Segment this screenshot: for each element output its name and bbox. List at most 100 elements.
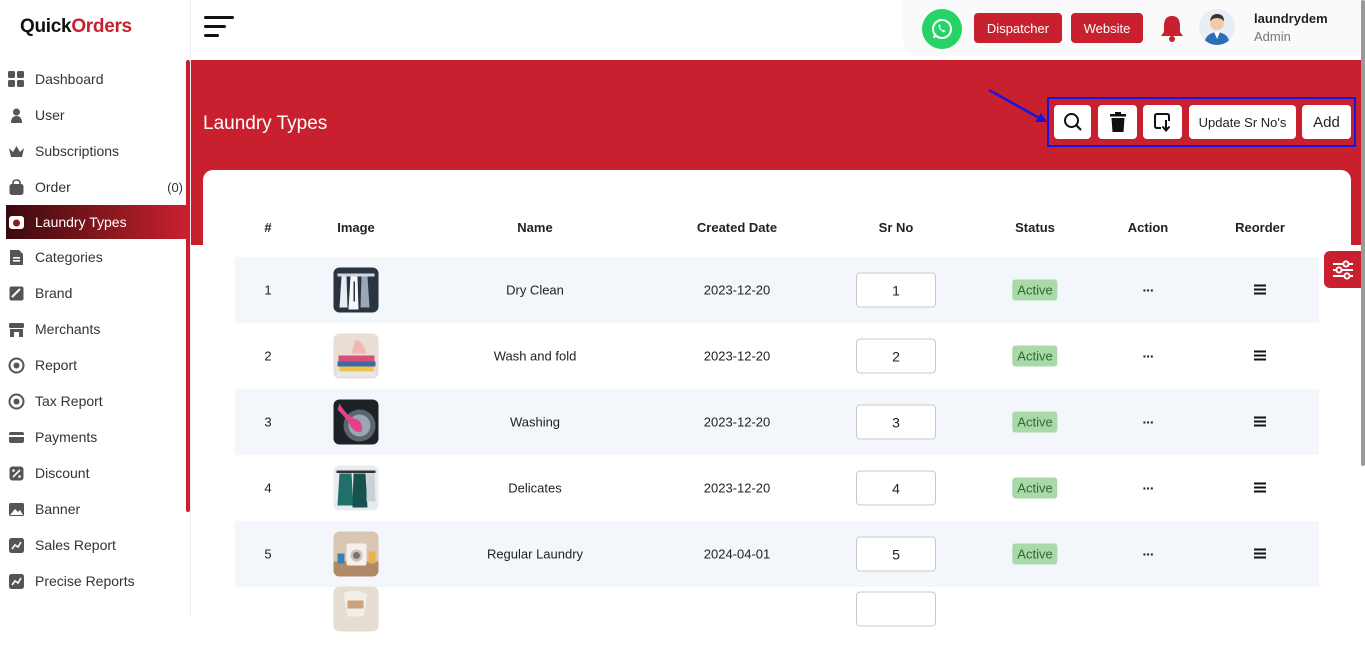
status-badge[interactable]: Active (1012, 411, 1058, 433)
table-row[interactable]: 4 Delicates 2023-12-20 4 Active ··· (235, 455, 1319, 521)
status-badge-label: Active (1012, 345, 1058, 367)
sidebar-item-user[interactable]: User (6, 97, 186, 133)
more-actions-icon[interactable]: ··· (1143, 348, 1155, 364)
refresh-download-icon (1153, 113, 1170, 132)
sr-no-value[interactable]: 3 (856, 404, 936, 440)
sr-no-input[interactable] (856, 591, 936, 627)
sidebar-item-dashboard[interactable]: Dashboard (6, 61, 186, 97)
categories-icon (8, 249, 25, 266)
laundry-icon (8, 214, 25, 231)
sr-no-input[interactable]: 5 (856, 536, 936, 572)
payments-icon (8, 429, 25, 446)
bell-icon[interactable] (1159, 13, 1185, 43)
drag-handle-icon[interactable] (1254, 481, 1266, 496)
sidebar-item-label: Payments (35, 429, 98, 445)
search-button[interactable] (1054, 105, 1091, 139)
row-number: 4 (264, 480, 272, 496)
sidebar-item-label: Categories (35, 249, 103, 265)
menu-toggle-icon[interactable] (204, 16, 234, 40)
row-created-date: 2024-04-01 (703, 546, 771, 562)
user-icon (8, 107, 25, 124)
row-thumbnail (333, 267, 379, 313)
sidebar-item-payments[interactable]: Payments (6, 419, 186, 455)
table-row[interactable] (235, 586, 1319, 653)
drag-handle-icon[interactable] (1254, 415, 1266, 430)
col-header-name[interactable]: Name (517, 220, 552, 235)
chart-icon (8, 537, 25, 554)
user-role: Admin (1254, 29, 1291, 44)
report-icon (8, 357, 25, 374)
avatar[interactable] (1199, 9, 1235, 45)
sidebar-item-laundry-types[interactable]: Laundry Types (6, 205, 186, 239)
sr-no-input[interactable]: 1 (856, 272, 936, 308)
more-actions-icon[interactable]: ··· (1143, 414, 1155, 430)
whatsapp-icon[interactable] (922, 9, 962, 49)
drag-handle-icon[interactable] (1254, 283, 1266, 298)
table-row[interactable]: 2 Wash and fold 2023-12-20 2 Active ··· (235, 323, 1319, 389)
sidebar-item-label: Discount (35, 465, 90, 481)
search-icon (1063, 113, 1082, 131)
sidebar-item-brand[interactable]: Brand (6, 275, 186, 311)
table-row[interactable]: 3 Washing 2023-12-20 3 Active ··· (235, 389, 1319, 455)
status-badge[interactable]: Active (1012, 477, 1058, 499)
more-actions-icon[interactable]: ··· (1143, 546, 1155, 562)
app-logo[interactable]: QuickOrders (20, 16, 132, 38)
chart-icon (8, 573, 25, 590)
row-created-date: 2023-12-20 (703, 282, 771, 298)
sidebar-item-order[interactable]: Order (0) (6, 169, 186, 205)
sidebar: QuickOrders Dashboard User Subscriptions… (0, 0, 191, 617)
image-icon (8, 501, 25, 518)
sidebar-item-subscriptions[interactable]: Subscriptions (6, 133, 186, 169)
sidebar-item-precise-reports[interactable]: Precise Reports (6, 563, 186, 599)
row-number: 5 (264, 546, 272, 562)
drag-handle-icon[interactable] (1254, 547, 1266, 562)
sr-no-input[interactable]: 2 (856, 338, 936, 374)
status-badge[interactable]: Active (1012, 345, 1058, 367)
sr-no-value[interactable]: 2 (856, 338, 936, 374)
sidebar-item-categories[interactable]: Categories (6, 239, 186, 275)
col-header-created-date[interactable]: Created Date (697, 220, 777, 235)
col-header-sr-no[interactable]: Sr No (879, 220, 914, 235)
row-name: Wash and fold (493, 348, 577, 364)
user-name: laundrydem (1254, 11, 1328, 26)
settings-panel-toggle[interactable] (1324, 251, 1362, 288)
sidebar-nav: Dashboard User Subscriptions Order (0) L… (6, 61, 186, 599)
more-actions-icon[interactable]: ··· (1143, 480, 1155, 496)
row-thumbnail (333, 586, 379, 632)
sidebar-item-merchants[interactable]: Merchants (6, 311, 186, 347)
sr-no-value[interactable]: 4 (856, 470, 936, 506)
sr-no-value[interactable] (856, 591, 936, 627)
sidebar-item-discount[interactable]: Discount (6, 455, 186, 491)
more-actions-icon[interactable]: ··· (1143, 282, 1155, 298)
sidebar-item-label: Tax Report (35, 393, 103, 409)
delete-button[interactable] (1098, 105, 1137, 139)
row-thumbnail (333, 531, 379, 577)
sr-no-input[interactable]: 4 (856, 470, 936, 506)
sidebar-item-sales-report[interactable]: Sales Report (6, 527, 186, 563)
drag-handle-icon[interactable] (1254, 349, 1266, 364)
dispatcher-button[interactable]: Dispatcher (974, 13, 1062, 43)
status-badge-label: Active (1012, 543, 1058, 565)
export-button[interactable] (1143, 105, 1182, 139)
trash-icon (1109, 112, 1126, 132)
sidebar-scrollbar[interactable] (186, 60, 190, 512)
sidebar-item-report[interactable]: Report (6, 347, 186, 383)
row-name: Dry Clean (506, 282, 564, 298)
sr-no-value[interactable]: 1 (856, 272, 936, 308)
annotation-arrow-icon (988, 88, 1047, 122)
sidebar-item-tax-report[interactable]: Tax Report (6, 383, 186, 419)
website-button[interactable]: Website (1071, 13, 1143, 43)
status-badge[interactable]: Active (1012, 543, 1058, 565)
page-scrollbar[interactable] (1361, 0, 1365, 466)
sr-no-value[interactable]: 5 (856, 536, 936, 572)
sidebar-item-label: Order (35, 179, 71, 195)
sidebar-item-banner[interactable]: Banner (6, 491, 186, 527)
col-header-status[interactable]: Status (1015, 220, 1055, 235)
update-sr-no-button[interactable]: Update Sr No's (1189, 105, 1296, 139)
status-badge[interactable]: Active (1012, 279, 1058, 301)
sr-no-input[interactable]: 3 (856, 404, 936, 440)
add-button[interactable]: Add (1302, 105, 1351, 139)
table-row[interactable]: 1 Dry Clean 2023-12-20 1 Active ··· (235, 257, 1319, 323)
col-header-action: Action (1127, 220, 1169, 235)
table-row[interactable]: 5 Regular Laundry 2024-04-01 5 Active ··… (235, 521, 1319, 587)
